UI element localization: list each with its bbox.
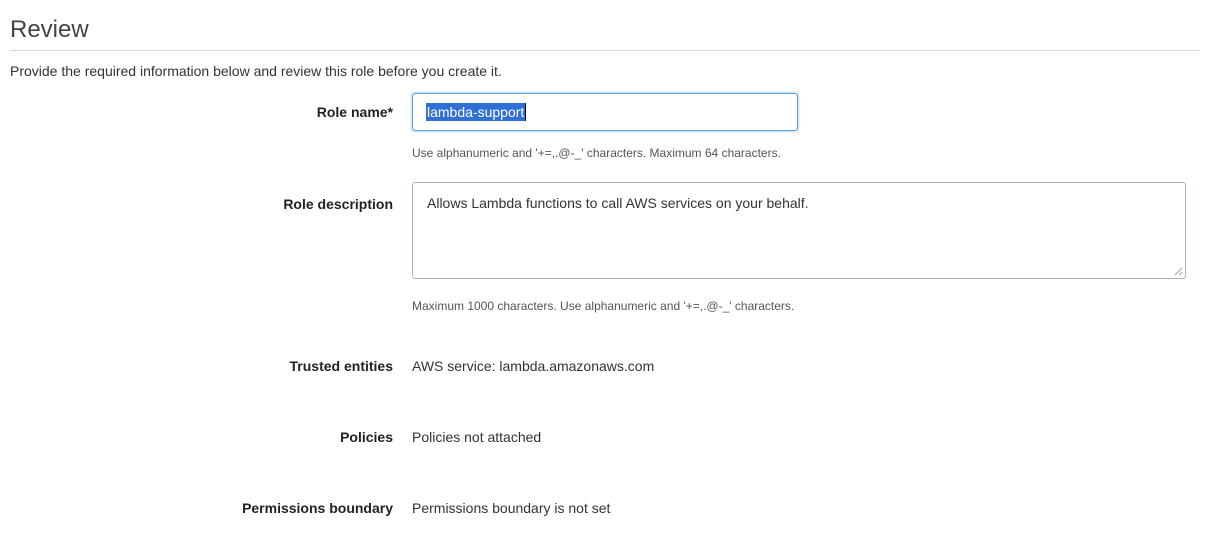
title-divider (10, 50, 1199, 51)
trusted-entities-label: Trusted entities (289, 358, 393, 374)
text-caret (525, 103, 527, 121)
role-name-label: Role name* (316, 104, 393, 120)
policies-label: Policies (340, 429, 393, 445)
role-description-label: Role description (283, 196, 393, 212)
permissions-boundary-label: Permissions boundary (242, 500, 393, 516)
permissions-boundary-value: Permissions boundary is not set (412, 500, 611, 516)
resize-grip-icon[interactable] (1173, 266, 1183, 276)
role-description-hint: Maximum 1000 characters. Use alphanumeri… (412, 299, 795, 313)
role-description-value: Allows Lambda functions to call AWS serv… (427, 195, 809, 211)
intro-text: Provide the required information below a… (10, 63, 502, 79)
role-name-input[interactable]: lambda-support (412, 93, 798, 131)
policies-value: Policies not attached (412, 429, 542, 445)
trusted-entities-value: AWS service: lambda.amazonaws.com (412, 358, 655, 374)
role-description-textarea[interactable]: Allows Lambda functions to call AWS serv… (412, 182, 1186, 279)
role-name-hint: Use alphanumeric and '+=,.@-_' character… (412, 146, 781, 160)
role-name-value: lambda-support (426, 103, 526, 121)
page-title: Review (10, 16, 89, 43)
